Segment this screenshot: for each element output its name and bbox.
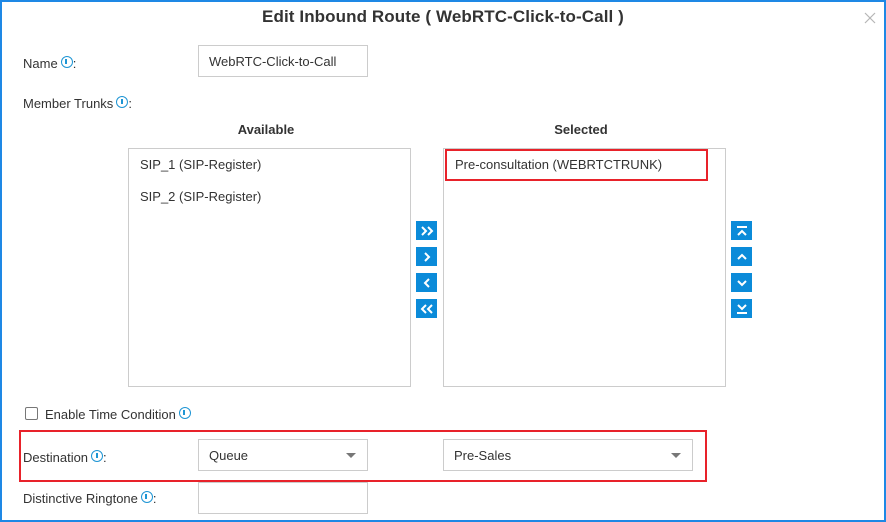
double-chevron-left-icon — [420, 303, 433, 314]
destination-target-select[interactable]: Pre-Sales — [443, 439, 693, 471]
info-icon[interactable] — [91, 449, 104, 462]
member-trunks-label-suffix: : — [128, 96, 132, 111]
distinctive-ringtone-label: Distinctive Ringtone : — [23, 490, 157, 506]
name-label-text: Name — [23, 56, 58, 71]
chevron-left-icon — [423, 277, 430, 288]
edit-inbound-route-dialog: Edit Inbound Route ( WebRTC-Click-to-Cal… — [0, 0, 886, 522]
name-input-value: WebRTC-Click-to-Call — [209, 53, 337, 69]
selected-heading: Selected — [554, 122, 608, 137]
move-right-button[interactable] — [416, 247, 437, 266]
available-heading: Available — [237, 122, 295, 137]
move-up-button[interactable] — [731, 247, 752, 266]
destination-target-value: Pre-Sales — [454, 447, 512, 463]
name-label-suffix: : — [72, 56, 77, 71]
move-down-button[interactable] — [731, 273, 752, 292]
destination-type-value: Queue — [209, 447, 249, 463]
info-icon[interactable] — [140, 490, 153, 503]
move-all-left-button[interactable] — [416, 299, 437, 318]
move-to-bottom-icon — [736, 303, 747, 314]
move-left-button[interactable] — [416, 273, 437, 292]
selected-trunks-list[interactable]: Pre-consultation (WEBRTCTRUNK) — [443, 148, 726, 387]
caret-down-icon — [346, 453, 356, 458]
destination-label-text: Destination — [23, 450, 89, 465]
close-icon — [864, 12, 876, 24]
list-item[interactable]: SIP_1 (SIP-Register) — [140, 157, 261, 172]
distinctive-ringtone-input[interactable] — [198, 482, 368, 514]
chevron-right-icon — [423, 251, 430, 262]
available-trunks-list[interactable]: SIP_1 (SIP-Register) SIP_2 (SIP-Register… — [128, 148, 411, 387]
double-chevron-right-icon — [420, 225, 433, 236]
chevron-up-icon — [736, 253, 747, 260]
member-trunks-label: Member Trunks : — [23, 95, 132, 111]
member-trunks-label-text: Member Trunks — [23, 96, 114, 111]
move-to-top-icon — [736, 225, 747, 236]
list-item[interactable]: Pre-consultation (WEBRTCTRUNK) — [455, 157, 662, 172]
info-icon[interactable] — [60, 55, 73, 68]
destination-type-select[interactable]: Queue — [198, 439, 368, 471]
move-all-right-button[interactable] — [416, 221, 437, 240]
move-bottom-button[interactable] — [731, 299, 752, 318]
enable-time-condition-label: Enable Time Condition — [45, 406, 191, 422]
dialog-title: Edit Inbound Route ( WebRTC-Click-to-Cal… — [262, 7, 624, 26]
destination-label-suffix: : — [103, 450, 107, 465]
name-label: Name : — [23, 55, 77, 71]
name-input[interactable]: WebRTC-Click-to-Call — [198, 45, 368, 77]
info-icon[interactable] — [178, 406, 191, 419]
list-item[interactable]: SIP_2 (SIP-Register) — [140, 189, 261, 204]
caret-down-icon — [671, 453, 681, 458]
move-top-button[interactable] — [731, 221, 752, 240]
destination-label: Destination : — [23, 449, 107, 465]
info-icon[interactable] — [116, 95, 129, 108]
enable-time-condition-checkbox[interactable] — [25, 407, 38, 420]
distinctive-ringtone-label-suffix: : — [152, 491, 157, 506]
enable-time-condition-text: Enable Time Condition — [45, 407, 176, 422]
distinctive-ringtone-label-text: Distinctive Ringtone — [23, 491, 138, 506]
chevron-down-icon — [736, 279, 747, 286]
close-button[interactable] — [862, 10, 878, 26]
